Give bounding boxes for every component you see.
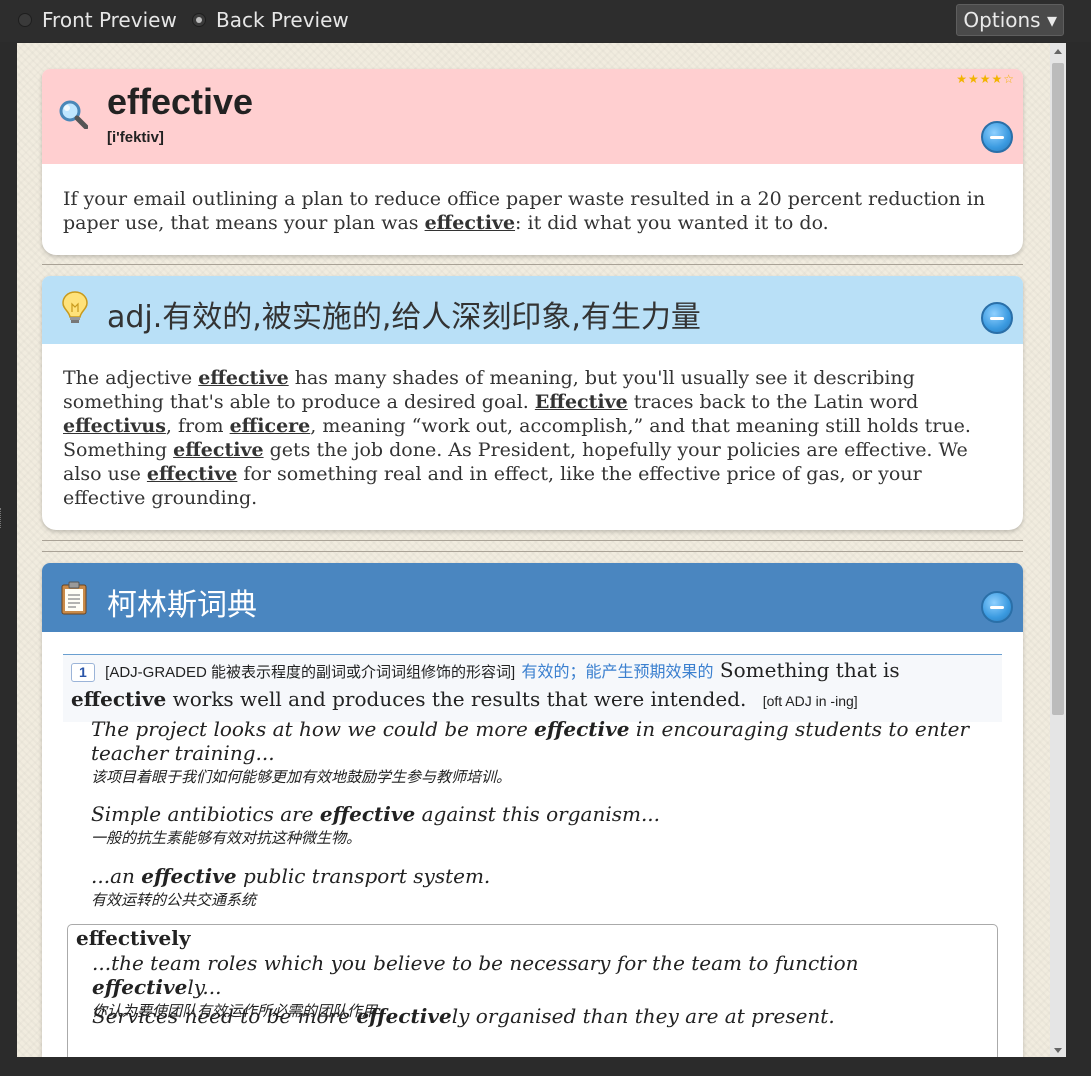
- headword: effective: [107, 81, 254, 122]
- scroll-down-icon[interactable]: [1054, 1048, 1062, 1053]
- example-en: Simple antibiotics are effective against…: [91, 802, 661, 826]
- headword-card: effective [i'fektiv] ★★★★☆ If your email…: [42, 69, 1023, 255]
- front-preview-radio[interactable]: Front Preview: [18, 8, 177, 32]
- derived-word-box: effectively ...the team roles which you …: [67, 924, 998, 1057]
- example-cn: 一般的抗生素能够有效对抗这种微生物。: [91, 829, 362, 847]
- vertical-scrollbar[interactable]: [1050, 43, 1066, 1057]
- definition-card: adj.有效的,被实施的,给人深刻印象,有生力量 The adjective e…: [42, 276, 1023, 530]
- divider: [42, 264, 1023, 265]
- collapse-headword-button[interactable]: [981, 121, 1013, 153]
- collapse-definition-button[interactable]: [981, 302, 1013, 334]
- example: The project looks at how we could be mor…: [91, 717, 991, 789]
- example-en: The project looks at how we could be mor…: [91, 717, 970, 765]
- collins-card: 柯林斯词典 1 [ADJ-GRADED 能被表示程度的副词或介词词组修饰的形容词…: [42, 563, 1023, 1057]
- resize-grip[interactable]: [0, 508, 4, 528]
- summary-text: If your email outlining a plan to reduce…: [63, 188, 986, 234]
- rating-stars: ★★★★☆: [956, 72, 1015, 86]
- sense-number: 1: [71, 663, 95, 682]
- derived-example: Services need to be more effectively org…: [92, 1004, 972, 1028]
- magnifier-icon: [59, 100, 88, 129]
- sense-grammar: [ADJ-GRADED 能被表示程度的副词或介词词组修饰的形容词]: [105, 664, 516, 681]
- keyword: effective: [424, 212, 516, 234]
- bottom-bar: [0, 1057, 1091, 1076]
- example-en: ...the team roles which you believe to b…: [92, 951, 859, 999]
- sense-chinese: 有效的；能产生预期效果的: [521, 664, 714, 681]
- divider: [42, 540, 1023, 541]
- scroll-up-icon[interactable]: [1054, 49, 1062, 54]
- options-button[interactable]: Options ▾: [956, 4, 1064, 36]
- divider: [42, 551, 1023, 552]
- definition-text: The adjective effective has many shades …: [63, 367, 971, 509]
- example: Simple antibiotics are effective against…: [91, 802, 991, 850]
- back-preview-radio[interactable]: Back Preview: [192, 8, 349, 32]
- sense-1: 1 [ADJ-GRADED 能被表示程度的副词或介词词组修饰的形容词] 有效的；…: [63, 654, 1002, 722]
- example-cn: 有效运转的公共交通系统: [91, 891, 257, 909]
- phonetic: [i'fektiv]: [107, 129, 164, 146]
- radio-off-icon: [18, 13, 32, 27]
- example-en: ...an effective public transport system.: [91, 864, 491, 888]
- collins-title: 柯林斯词典: [107, 588, 257, 623]
- example-en: Services need to be more effectively org…: [92, 1004, 835, 1028]
- radio-on-icon: [192, 13, 206, 27]
- collins-header: 柯林斯词典: [42, 563, 1023, 632]
- derived-word: effectively: [76, 926, 191, 950]
- preview-toolbar: Front Preview Back Preview Options ▾: [0, 0, 1091, 42]
- definition-header: adj.有效的,被实施的,给人深刻印象,有生力量: [42, 276, 1023, 344]
- example: ...an effective public transport system.…: [91, 864, 991, 912]
- clipboard-icon: [61, 581, 87, 615]
- scroll-thumb[interactable]: [1052, 63, 1064, 715]
- definition-title: adj.有效的,被实施的,给人深刻印象,有生力量: [107, 300, 701, 335]
- collapse-collins-button[interactable]: [981, 591, 1013, 623]
- front-preview-label: Front Preview: [42, 8, 177, 32]
- back-preview-label: Back Preview: [216, 8, 349, 32]
- example-cn: 该项目着眼于我们如何能够更加有效地鼓励学生参与教师培训。: [91, 768, 512, 786]
- headword-header: effective [i'fektiv] ★★★★☆: [42, 69, 1023, 164]
- sense-note: [oft ADJ in -ing]: [762, 693, 858, 709]
- card-preview-area: effective [i'fektiv] ★★★★☆ If your email…: [17, 43, 1066, 1057]
- lightbulb-icon: [62, 291, 88, 323]
